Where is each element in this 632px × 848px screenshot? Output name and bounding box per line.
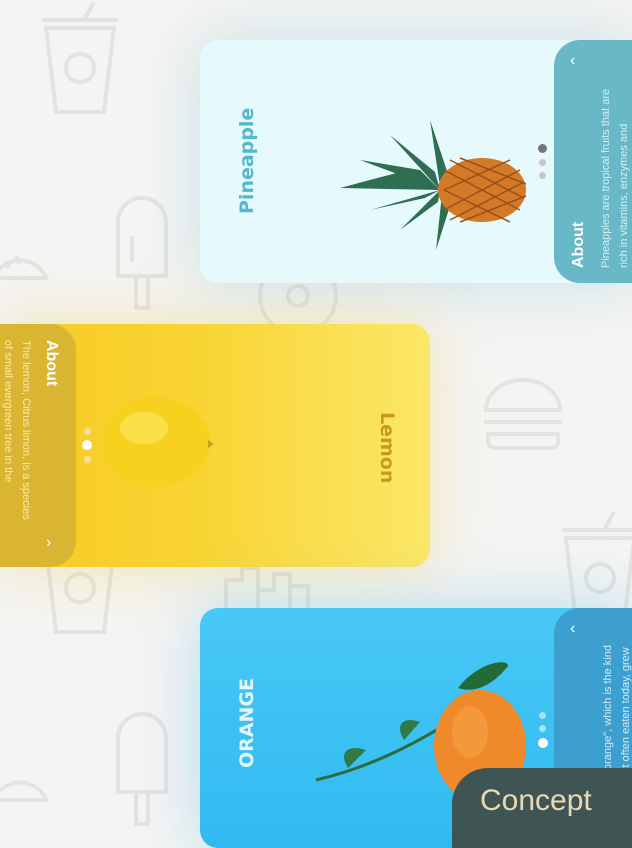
burger-icon	[483, 378, 563, 450]
orange-description-line-1: orange", which is the kind	[602, 645, 614, 770]
taco-icon	[0, 255, 49, 280]
city-icon	[224, 566, 310, 608]
concept-badge: Concept	[452, 768, 632, 848]
lemon-description-line-1: The lemon, Citrus limon, is a species	[20, 340, 32, 520]
popsicle-icon	[116, 196, 168, 310]
lemon-image	[102, 397, 214, 487]
carousel-dot[interactable]	[539, 725, 546, 732]
orange-title: ORANGE	[236, 678, 258, 768]
lemon-title: Lemon	[376, 412, 398, 484]
chevron-left-icon[interactable]: ‹	[570, 620, 575, 638]
popsicle-icon	[116, 712, 168, 826]
pineapple-description-line-2: rich in vitamins, enzymes and	[618, 123, 630, 268]
taco-icon	[0, 780, 49, 802]
cup-icon	[42, 1, 118, 114]
pineapple-title: Pineapple	[236, 107, 258, 214]
pineapple-about-heading: About	[570, 221, 587, 268]
carousel-dot[interactable]	[539, 172, 546, 179]
pineapple-description-line-1: Pineapples are tropical fruits that are	[600, 88, 612, 268]
lemon-about-heading: About	[43, 340, 60, 387]
concept-label: Concept	[480, 784, 592, 817]
chevron-left-icon[interactable]: ‹	[570, 52, 575, 70]
carousel-dot-active[interactable]	[538, 738, 548, 748]
carousel-dot[interactable]	[84, 428, 91, 435]
carousel-dot-active[interactable]	[82, 440, 92, 450]
carousel-dot[interactable]	[539, 159, 546, 166]
pineapple-image	[340, 120, 527, 250]
carousel-dot[interactable]	[539, 712, 546, 719]
lemon-description-line-2: of small evergreen tree in the	[2, 340, 14, 483]
orange-description-line-2: it often eaten today, grew	[620, 647, 632, 770]
chevron-right-icon[interactable]: ›	[46, 534, 51, 552]
carousel-dot-active[interactable]	[538, 144, 547, 153]
carousel-dot[interactable]	[84, 456, 91, 463]
